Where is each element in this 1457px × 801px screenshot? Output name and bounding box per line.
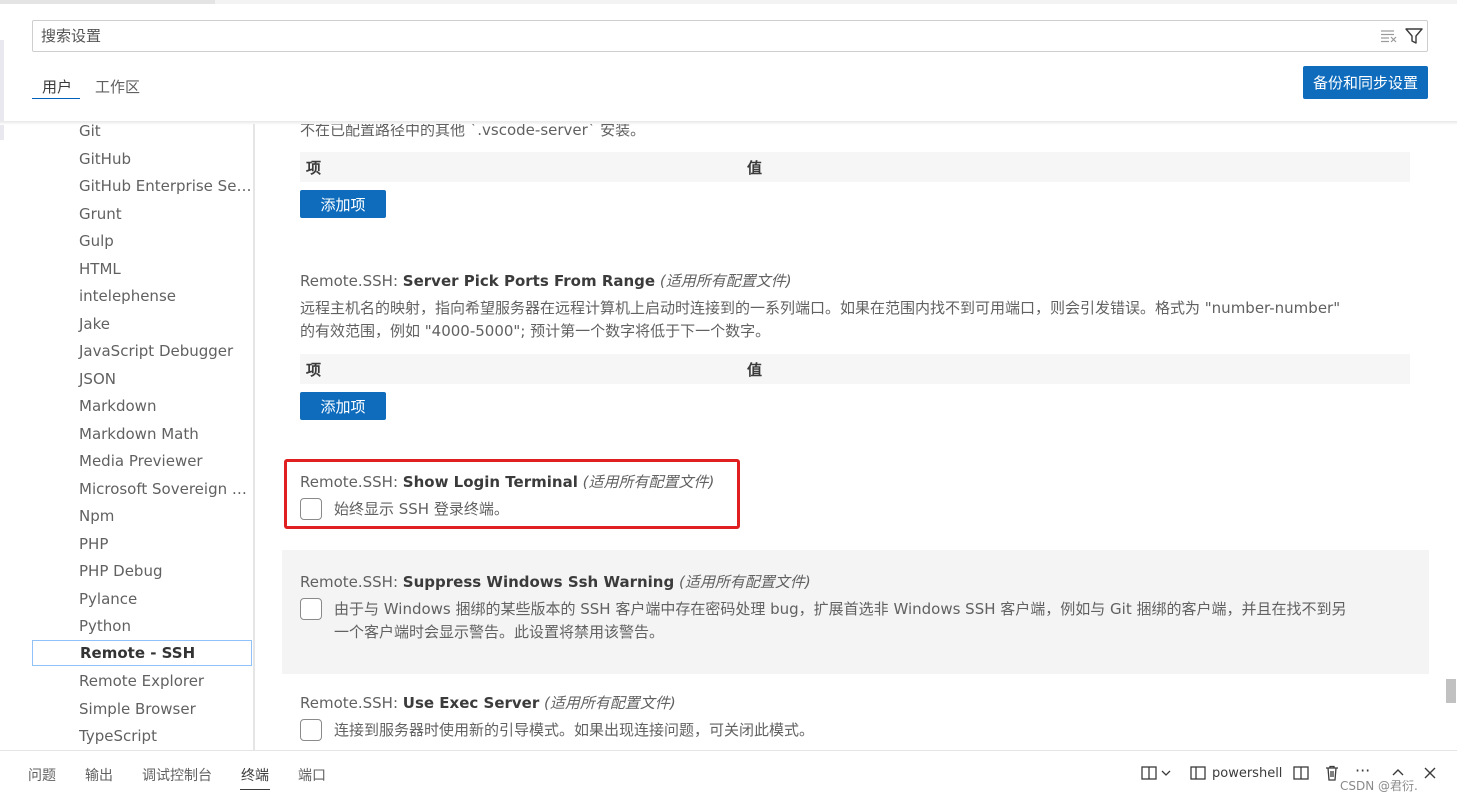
toc-item-php-debug[interactable]: PHP Debug — [32, 558, 252, 584]
suppress-warning-checkbox[interactable] — [300, 598, 322, 620]
column-value: 值 — [747, 159, 763, 177]
search-input[interactable] — [41, 21, 1361, 51]
kv-table-header: 项 值 — [300, 354, 1410, 384]
column-value: 值 — [747, 361, 763, 379]
active-tab-indicator — [32, 98, 80, 99]
toc-item-markdown-math[interactable]: Markdown Math — [32, 421, 252, 447]
toc-item-php[interactable]: PHP — [32, 531, 252, 557]
clear-filter-icon[interactable] — [1380, 29, 1398, 43]
active-panel-tab-indicator — [240, 789, 270, 790]
setting-description: 的有效范围，例如 "4000-5000"; 预计第一个数字将低于下一个数字。 — [300, 322, 771, 340]
toc-item-remote-explorer[interactable]: Remote Explorer — [32, 668, 252, 694]
column-item: 项 — [306, 159, 322, 177]
settings-toc: Git GitHub GitHub Enterprise Server Grun… — [0, 124, 253, 750]
setting-category: Remote.SSH: — [300, 272, 403, 290]
toc-item-media-previewer[interactable]: Media Previewer — [32, 448, 252, 474]
panel-tab-output[interactable]: 输出 — [85, 765, 113, 785]
setting-scope: (适用所有配置文件) — [544, 694, 676, 712]
setting-scope: (适用所有配置文件) — [659, 272, 792, 290]
toc-item-github[interactable]: GitHub — [32, 146, 252, 172]
toc-item-jake[interactable]: Jake — [32, 311, 252, 337]
toc-item-remote-ssh[interactable]: Remote - SSH — [32, 640, 252, 666]
backup-sync-button[interactable]: 备份和同步设置 — [1303, 66, 1428, 99]
toc-item-github-enterprise[interactable]: GitHub Enterprise Server — [32, 173, 252, 199]
toc-item-json[interactable]: JSON — [32, 366, 252, 392]
panel-tab-debug-console[interactable]: 调试控制台 — [142, 765, 212, 785]
setting-description: 连接到服务器时使用新的引导模式。如果出现连接问题，可关闭此模式。 — [334, 721, 815, 739]
setting-title: Remote.SSH: Server Pick Ports From Range… — [300, 270, 792, 291]
add-item-button[interactable]: 添加项 — [300, 190, 386, 218]
setting-key: Suppress Windows Ssh Warning — [402, 573, 675, 591]
toc-item-simple-browser[interactable]: Simple Browser — [32, 696, 252, 722]
toc-item-microsoft-sovereign-cloud[interactable]: Microsoft Sovereign Cloud — [32, 476, 252, 502]
close-icon[interactable] — [1421, 764, 1439, 782]
toc-item-markdown[interactable]: Markdown — [32, 393, 252, 419]
red-highlight-annotation — [284, 459, 740, 529]
chevron-down-icon[interactable] — [1160, 764, 1172, 782]
terminal-icon — [1190, 766, 1206, 780]
column-item: 项 — [306, 361, 322, 379]
setting-description: 远程主机名的映射，指向希望服务器在远程计算机上启动时连接到的一系列端口。如果在范… — [300, 299, 1341, 317]
toc-item-python[interactable]: Python — [32, 613, 252, 639]
toc-item-javascript-debugger[interactable]: JavaScript Debugger — [32, 338, 252, 364]
scrollbar-thumb[interactable] — [1446, 679, 1456, 703]
panel-tab-ports[interactable]: 端口 — [298, 765, 326, 785]
filter-icon[interactable] — [1404, 27, 1424, 45]
trash-icon[interactable] — [1323, 764, 1341, 782]
add-item-button[interactable]: 添加项 — [300, 392, 386, 420]
watermark: CSDN @君衍. — [1340, 779, 1418, 793]
tab-user[interactable]: 用户 — [42, 76, 72, 97]
toc-item-grunt[interactable]: Grunt — [32, 201, 252, 227]
split-layout-icon[interactable] — [1140, 764, 1158, 782]
setting-key: Use Exec Server — [402, 694, 540, 712]
setting-key: Server Pick Ports From Range — [402, 272, 656, 290]
setting-title: Remote.SSH: Use Exec Server (适用所有配置文件) — [300, 692, 676, 713]
active-editor-tab[interactable] — [0, 0, 215, 4]
toc-item-git[interactable]: Git — [32, 124, 252, 144]
setting-category: Remote.SSH: — [300, 694, 403, 712]
split-terminal-icon[interactable] — [1292, 764, 1310, 782]
toc-item-typescript[interactable]: TypeScript — [32, 723, 252, 749]
setting-title: Remote.SSH: Suppress Windows Ssh Warning… — [300, 571, 811, 592]
settings-search-box[interactable] — [32, 20, 1428, 52]
setting-scope: (适用所有配置文件) — [679, 573, 811, 591]
toc-item-pylance[interactable]: Pylance — [32, 586, 252, 612]
setting-description: 由于与 Windows 捆绑的某些版本的 SSH 客户端中存在密码处理 bug，… — [334, 600, 1347, 618]
toc-item-html[interactable]: HTML — [32, 256, 252, 282]
settings-list: 不在已配置路径中的其他 `.vscode-server` 安装。 项 值 添加项… — [256, 124, 1436, 750]
toc-item-npm[interactable]: Npm — [32, 503, 252, 529]
use-exec-server-checkbox[interactable] — [300, 719, 322, 741]
terminal-name[interactable]: powershell — [1212, 766, 1282, 781]
kv-table-header: 项 值 — [300, 152, 1410, 182]
toc-item-intelephense[interactable]: intelephense — [32, 283, 252, 309]
toc-item-gulp[interactable]: Gulp — [32, 228, 252, 254]
editor-tab-strip — [0, 0, 1457, 4]
bottom-panel: 问题 输出 调试控制台 终端 端口 powershell ··· CSDN @君… — [0, 750, 1457, 801]
setting-description: 不在已配置路径中的其他 `.vscode-server` 安装。 — [300, 124, 646, 139]
tab-workspace[interactable]: 工作区 — [95, 76, 140, 97]
toc-sash[interactable] — [253, 124, 255, 750]
setting-category: Remote.SSH: — [300, 573, 403, 591]
setting-description: 一个客户端时会显示警告。此设置将禁用该警告。 — [334, 623, 665, 641]
panel-tab-terminal[interactable]: 终端 — [241, 765, 269, 785]
panel-tab-problems[interactable]: 问题 — [28, 765, 56, 785]
